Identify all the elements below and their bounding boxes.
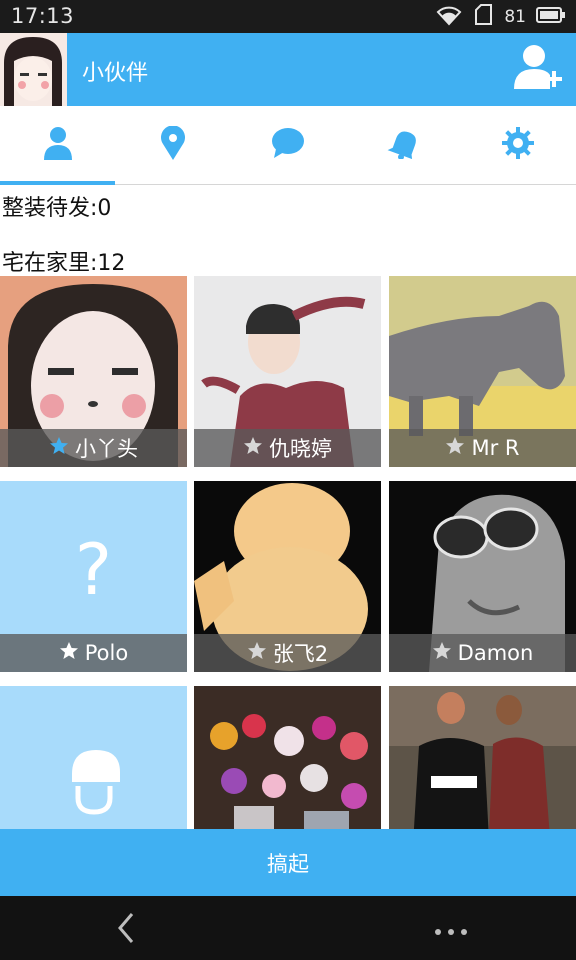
sim-icon [472,3,494,31]
location-pin-icon [160,125,186,164]
bell-icon [387,127,419,163]
friend-name: 张飞2 [272,642,329,666]
wifi-icon [436,4,462,31]
star-outline-icon [59,641,79,666]
start-button-label: 搞起 [267,851,309,876]
star-outline-icon [445,436,465,461]
add-user-icon[interactable] [514,43,564,93]
tab-settings[interactable] [460,106,575,184]
gear-icon [501,126,535,164]
friend-caption: 仇晓婷 [194,429,381,467]
friend-name: Damon [457,641,534,665]
friend-name: Polo [84,641,129,665]
friend-tile[interactable]: Damon [389,481,576,672]
tab-chat[interactable] [230,106,345,184]
back-icon[interactable] [114,912,138,948]
more-icon[interactable] [434,922,468,941]
tab-notifications[interactable] [345,106,460,184]
tab-location[interactable] [115,106,230,184]
question-mark-icon: ? [74,529,113,611]
status-bar: 17:13 81 [0,0,576,33]
tab-friends[interactable] [0,106,115,184]
system-nav-bar [0,896,576,960]
friend-tile[interactable]: Mr R [389,276,576,467]
section-home: 宅在家里:12 [2,251,126,276]
star-outline-icon [247,641,267,666]
friend-name: 仇晓婷 [269,437,332,461]
friend-caption: 张飞2 [194,634,381,672]
section-pending: 整装待发:0 [2,196,112,221]
friend-tile[interactable]: ? Polo [0,481,187,672]
friend-name: Mr R [471,436,520,460]
star-outline-icon [243,436,263,461]
friend-tile[interactable]: 小丫头 [0,276,187,467]
battery-level: 81 [504,7,526,27]
friend-name: 小丫头 [75,437,138,461]
star-outline-icon [432,641,452,666]
battery-icon [536,6,566,29]
start-button[interactable]: 搞起 [0,829,576,896]
friend-tile[interactable]: 张飞2 [194,481,381,672]
friend-caption: Damon [389,634,576,672]
star-icon [49,436,69,461]
app-header: 小伙伴 [0,33,576,106]
friend-tile[interactable]: 仇晓婷 [194,276,381,467]
tab-indicator [0,181,115,185]
avatar[interactable] [0,33,67,106]
tab-bar [0,106,576,185]
friend-caption: 小丫头 [0,429,187,467]
chat-bubble-icon [271,127,305,163]
person-icon [43,126,73,164]
friend-caption: Polo [0,634,187,672]
status-time: 17:13 [11,4,75,28]
friend-caption: Mr R [389,429,576,467]
page-title: 小伙伴 [82,61,149,86]
